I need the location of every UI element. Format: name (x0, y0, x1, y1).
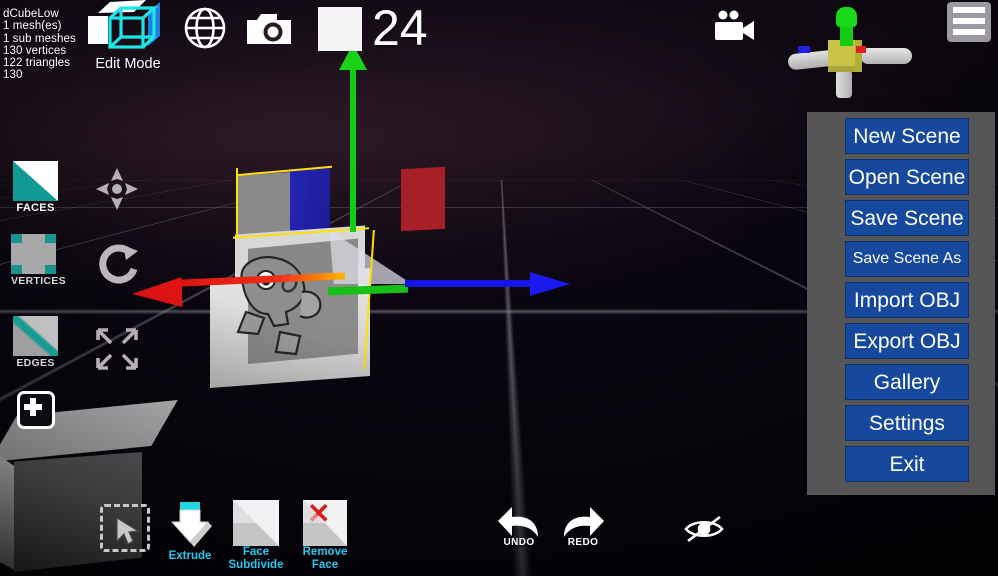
main-menu-panel: New Scene Open Scene Save Scene Save Sce… (807, 112, 995, 495)
stat-line: 130 (3, 69, 23, 82)
face-subdivide-icon (233, 500, 279, 546)
color-swatch-button[interactable] (318, 7, 362, 51)
sidebar-item-edges[interactable]: EDGES (13, 316, 58, 369)
extrude-button[interactable]: Extrude (160, 500, 220, 563)
extrude-icon (170, 502, 212, 547)
camera-icon (247, 14, 291, 44)
extrude-label: Extrude (168, 550, 212, 562)
selection-count: 24 (372, 0, 428, 56)
axis-z-arrowhead[interactable] (530, 272, 570, 296)
edit-mode-label: Edit Mode (95, 56, 161, 72)
faces-icon (13, 161, 58, 201)
hamburger-bar (953, 18, 985, 24)
stat-line: 1 mesh(es) (3, 20, 62, 33)
hamburger-bar (953, 29, 985, 35)
menu-item-export-obj[interactable]: Export OBJ (845, 323, 969, 359)
edges-icon (13, 316, 58, 356)
menu-item-settings[interactable]: Settings (845, 405, 969, 441)
move-tool-button[interactable] (94, 166, 140, 212)
toggle-visibility-button[interactable] (683, 514, 725, 544)
undo-label: UNDO (503, 537, 535, 548)
scale-arrows-icon (96, 328, 138, 370)
menu-item-new-scene[interactable]: New Scene (845, 118, 969, 154)
rotate-arrow-icon (99, 244, 138, 284)
menu-item-save-scene-as[interactable]: Save Scene As (845, 241, 969, 277)
sidebar-item-faces[interactable]: FACES (13, 161, 58, 214)
stat-line: 1 sub meshes (3, 32, 76, 45)
scale-tool-button[interactable] (93, 325, 141, 373)
stat-line: 122 triangles (3, 57, 71, 70)
camera-view-button[interactable] (712, 10, 756, 44)
redo-label: REDO (567, 537, 599, 548)
menu-item-exit[interactable]: Exit (845, 446, 969, 482)
menu-item-save-scene[interactable]: Save Scene (845, 200, 969, 236)
axis-z-handle[interactable] (405, 280, 535, 287)
add-object-button[interactable] (17, 391, 55, 429)
x-mark-icon: ✕ (307, 498, 331, 529)
sidebar-item-label: EDGES (16, 357, 55, 369)
menu-item-import-obj[interactable]: Import OBJ (845, 282, 969, 318)
video-camera-icon (715, 10, 754, 40)
undo-button[interactable]: UNDO (494, 505, 544, 548)
globe-button[interactable] (183, 6, 227, 50)
stat-line: 130 vertices (3, 44, 67, 57)
globe-icon (184, 7, 226, 49)
sidebar-item-vertices[interactable]: VERTICES (11, 234, 66, 287)
sidebar-item-label: VERTICES (11, 275, 66, 287)
hamburger-bar (953, 7, 985, 13)
redo-button[interactable]: REDO (558, 505, 608, 548)
menu-item-open-scene[interactable]: Open Scene (845, 159, 969, 195)
mesh-stats-overlay: dCubeLow 1 mesh(es) 1 sub meshes 130 ver… (3, 8, 76, 82)
edit-mode-button[interactable]: Edit Mode (88, 0, 168, 78)
menu-item-gallery[interactable]: Gallery (845, 364, 969, 400)
rotate-tool-button[interactable] (96, 243, 140, 291)
app-root: dCubeLow 1 mesh(es) 1 sub meshes 130 ver… (0, 0, 998, 576)
mesh-texture (236, 256, 322, 356)
main-menu-button[interactable] (947, 2, 991, 42)
sidebar-item-label: FACES (16, 202, 55, 214)
remove-face-button[interactable]: ✕ Remove Face (289, 500, 361, 572)
remove-face-icon: ✕ (303, 500, 347, 546)
eye-off-icon (684, 515, 724, 543)
marquee-select-cursor-icon (116, 517, 140, 545)
axis-y-handle[interactable] (350, 50, 356, 232)
face-subdivide-button[interactable]: Face Subdivide (226, 500, 286, 572)
axis-orientation-gizmo[interactable] (770, 2, 912, 102)
screenshot-button[interactable] (243, 10, 295, 50)
wireframe-cube-icon (88, 0, 160, 49)
vertices-icon (11, 234, 56, 274)
face-subdivide-label: Face Subdivide (228, 546, 284, 571)
marquee-select-button[interactable] (100, 504, 150, 552)
four-way-arrow-icon (96, 168, 138, 210)
remove-face-label: Remove Face (302, 546, 348, 571)
stat-line: dCubeLow (3, 8, 59, 20)
